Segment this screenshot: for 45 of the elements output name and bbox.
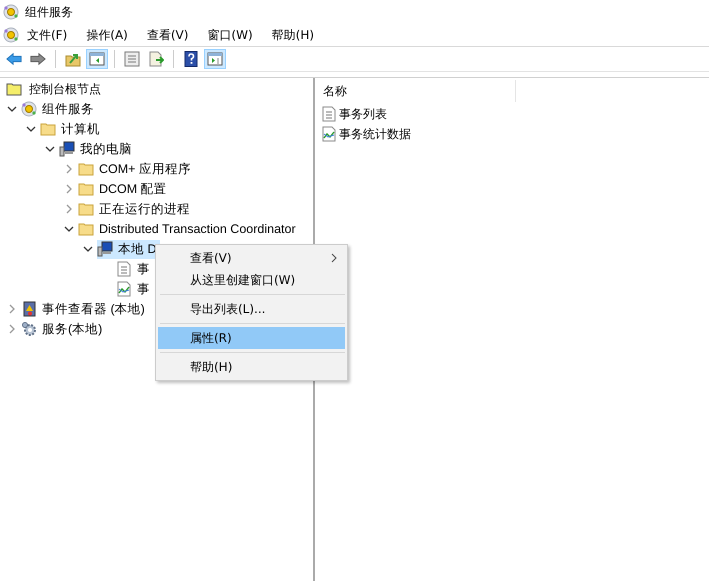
tree-item[interactable]: Distributed Transaction Coordinator: [78, 220, 299, 238]
tree-item[interactable]: COM+ 应用程序: [78, 160, 194, 178]
list-item[interactable]: 事务统计数据: [339, 126, 411, 142]
menu-item[interactable]: 查看(V): [146, 26, 188, 44]
tree-item[interactable]: 我的电脑: [59, 140, 135, 158]
component-icon: [21, 101, 37, 117]
document-list-icon: [116, 261, 132, 277]
folder-icon: [78, 221, 94, 237]
context-menu-item[interactable]: 从这里创建窗口(W): [158, 269, 345, 291]
chart-icon: [321, 126, 337, 142]
app-icon: [3, 4, 19, 20]
folder-icon: [40, 121, 56, 137]
context-menu-item[interactable]: 帮助(H): [158, 356, 345, 378]
toolbar-button[interactable]: [86, 49, 108, 69]
app-menu-icon[interactable]: [3, 27, 19, 43]
chart-icon: [116, 281, 132, 297]
context-menu-item[interactable]: 导出列表(L)...: [158, 298, 345, 320]
menu-item[interactable]: 窗口(W): [207, 26, 253, 44]
folder-icon: [6, 81, 22, 97]
folder-icon: [78, 181, 94, 197]
menu-item[interactable]: 文件(F): [27, 26, 68, 44]
menu-item[interactable]: 操作(A): [86, 26, 128, 44]
context-menu-item[interactable]: 查看(V): [158, 247, 345, 269]
tree-item[interactable]: 计算机: [40, 120, 103, 138]
tree-item[interactable]: 控制台根节点: [29, 80, 101, 98]
window-title: 组件服务: [25, 4, 73, 20]
tree-item[interactable]: 服务(本地): [21, 320, 106, 338]
computer-icon: [97, 241, 113, 257]
tree-item[interactable]: 事件查看器 (本地): [21, 300, 148, 318]
tree-item[interactable]: 事: [116, 280, 153, 298]
column-header[interactable]: 名称: [321, 80, 516, 102]
gear-icon: [21, 321, 37, 337]
tree-item[interactable]: 正在运行的进程: [78, 200, 193, 218]
tree-item[interactable]: DCOM 配置: [78, 180, 170, 198]
toolbar-button[interactable]: [204, 49, 226, 69]
event-log-icon: [21, 301, 37, 317]
list-item[interactable]: 事务列表: [339, 106, 387, 122]
folder-icon: [78, 201, 94, 217]
tree-item[interactable]: 事: [116, 260, 153, 278]
tree-item[interactable]: 组件服务: [21, 100, 97, 118]
menu-item[interactable]: 帮助(H): [272, 26, 314, 44]
computer-icon: [59, 141, 75, 157]
document-list-icon: [321, 106, 337, 122]
folder-icon: [78, 161, 94, 177]
context-menu-item[interactable]: 属性(R): [158, 327, 345, 349]
